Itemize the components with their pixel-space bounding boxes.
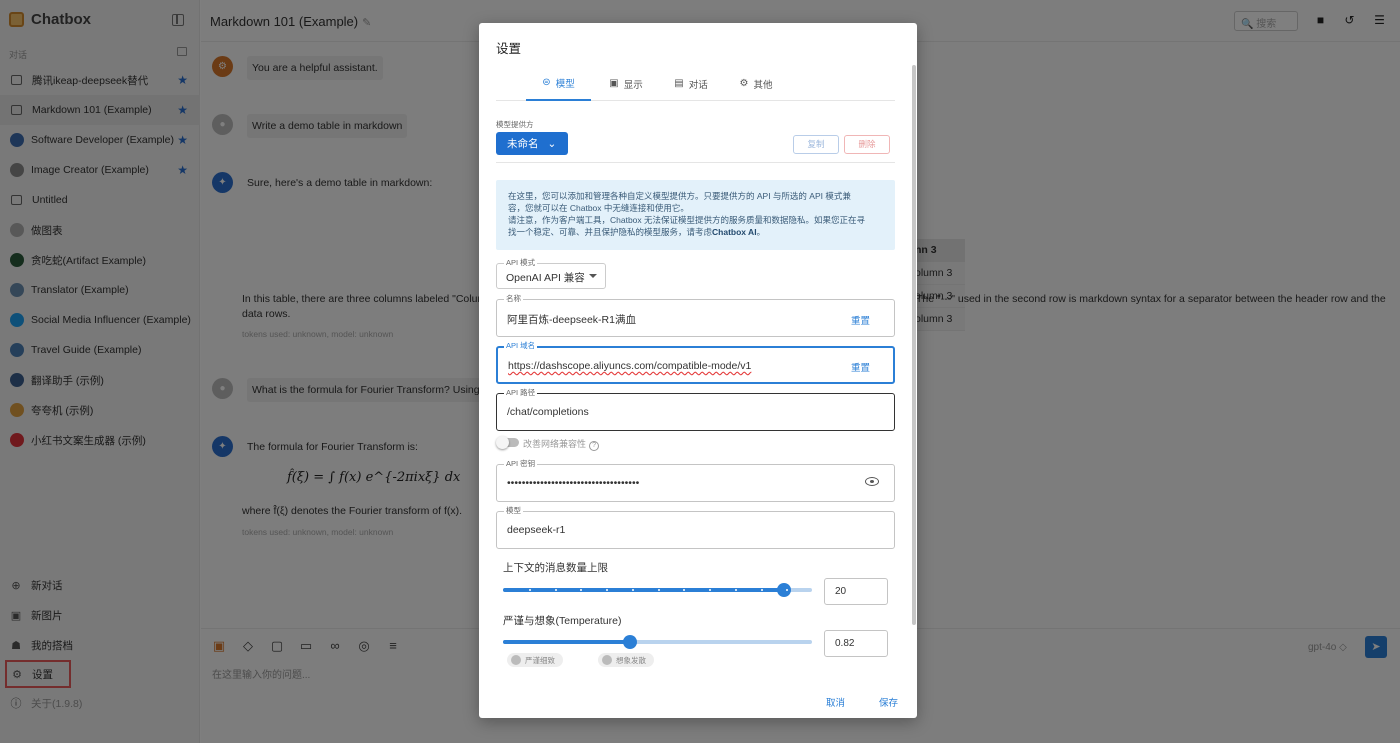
api-key-value: •••••••••••••••••••••••••••••••••••• [507, 477, 640, 489]
tab-other[interactable]: ⚙ 其他 [726, 66, 786, 101]
slider-step-mark [709, 589, 711, 591]
api-path-caption: API 路径 [504, 387, 538, 398]
tab-display[interactable]: ▣ 显示 [596, 66, 656, 101]
display-icon: ▣ [609, 78, 619, 89]
chatbox-ai-link[interactable]: Chatbox AI [712, 227, 757, 237]
eye-icon[interactable] [865, 477, 879, 486]
info-text-part: 。 [756, 227, 766, 237]
slider-step-mark [760, 589, 763, 591]
help-icon[interactable]: ? [589, 441, 600, 451]
strict-icon [511, 655, 521, 665]
creative-chip[interactable]: 想象发散 [598, 653, 654, 667]
info-text: 在这里，您可以添加和管理各种自定义模型提供方。只要提供方的 API 与所选的 A… [508, 191, 851, 201]
tab-model-label: 模型 [555, 78, 575, 90]
robot-icon: ⊜ [542, 77, 551, 88]
tab-chat-label: 对话 [688, 79, 708, 91]
gear-icon: ⚙ [739, 78, 749, 89]
slider-step-mark [734, 589, 737, 591]
delete-provider-button[interactable]: 删除 [844, 135, 890, 154]
slider-step-mark [631, 589, 634, 591]
name-field[interactable]: 阿里百炼-deepseek-R1满血 重置 [496, 299, 895, 337]
info-text: 容，您就可以在 Chatbox 中无缝连接和使用它。 [508, 203, 689, 213]
context-limit-label: 上下文的消息数量上限 [503, 562, 608, 574]
api-key-caption: API 密钥 [504, 458, 538, 469]
network-compat-toggle[interactable] [496, 436, 519, 449]
tab-display-label: 显示 [623, 79, 643, 91]
provider-info-box: 在这里，您可以添加和管理各种自定义模型提供方。只要提供方的 API 与所选的 A… [496, 180, 895, 250]
tab-model[interactable]: ⊜ 模型 [526, 66, 591, 101]
cancel-button[interactable]: 取消 [826, 695, 845, 709]
slider-fill [503, 588, 785, 592]
model-caption: 模型 [504, 505, 523, 516]
temperature-slider[interactable] [503, 635, 812, 649]
save-button[interactable]: 保存 [879, 695, 898, 709]
name-caption: 名称 [504, 293, 523, 304]
network-compat-text: 改善网络兼容性 [523, 439, 587, 449]
caret-down-icon [589, 274, 597, 278]
network-compat-label: 改善网络兼容性? [523, 437, 600, 451]
temperature-input[interactable]: 0.82 [824, 630, 888, 657]
model-value: deepseek-r1 [507, 524, 566, 536]
context-limit-slider[interactable] [503, 583, 812, 597]
copy-provider-button[interactable]: 复制 [793, 135, 839, 154]
temperature-label: 严谨与想象(Temperature) [503, 615, 622, 627]
info-text: 找一个稳定、可靠、并且保护隐私的模型服务，请考虑Chatbox AI。 [508, 226, 883, 238]
slider-step-mark [657, 589, 660, 591]
dialog-title: 设置 [496, 42, 522, 56]
api-host-caption: API 域名 [504, 340, 538, 351]
strict-chip-label: 严谨细致 [525, 656, 555, 665]
dialog-scrollbar[interactable] [912, 65, 916, 625]
tab-other-label: 其他 [753, 79, 773, 91]
slider-step-mark [606, 589, 608, 591]
settings-dialog: 设置 ⊜ 模型 ▣ 显示 ▤ 对话 ⚙ 其他 模型提供方 未命名 ⌄ 复制 删除 在这里，… [479, 23, 917, 718]
creative-chip-label: 想象发散 [616, 656, 646, 665]
creative-icon [602, 655, 612, 665]
reset-api-host-button[interactable]: 重置 [851, 360, 870, 374]
slider-step-mark [554, 589, 557, 591]
api-mode-caption: API 模式 [504, 257, 538, 268]
provider-select-button[interactable]: 未命名 ⌄ [496, 132, 568, 155]
reset-name-button[interactable]: 重置 [851, 313, 870, 327]
settings-tabs: ⊜ 模型 ▣ 显示 ▤ 对话 ⚙ 其他 [496, 66, 895, 101]
api-host-value: https://dashscope.aliyuncs.com/compatibl… [508, 360, 752, 372]
context-limit-input[interactable]: 20 [824, 578, 888, 605]
info-text: 请注意，作为客户端工具，Chatbox 无法保证模型提供方的服务质量和数据隐私。… [508, 215, 866, 225]
api-path-value: /chat/completions [507, 406, 589, 418]
slider-step-mark [528, 589, 531, 591]
slider-thumb[interactable] [622, 635, 637, 649]
tab-chat[interactable]: ▤ 对话 [661, 66, 721, 101]
provider-caption: 模型提供方 [496, 119, 534, 130]
chat-icon: ▤ [674, 78, 684, 89]
chevron-down-icon: ⌄ [547, 137, 557, 150]
api-path-field[interactable]: /chat/completions [496, 393, 895, 431]
model-field[interactable]: deepseek-r1 [496, 511, 895, 549]
divider [496, 162, 895, 163]
info-text-part: 找一个稳定、可靠、并且保护隐私的模型服务，请考虑 [508, 227, 713, 237]
slider-thumb[interactable] [777, 583, 792, 597]
api-host-field[interactable]: https://dashscope.aliyuncs.com/compatibl… [496, 346, 895, 384]
api-key-field[interactable]: •••••••••••••••••••••••••••••••••••• [496, 464, 895, 502]
strict-chip[interactable]: 严谨细致 [507, 653, 563, 667]
api-mode-value: OpenAI API 兼容 [506, 272, 585, 284]
slider-fill [503, 640, 630, 644]
provider-value: 未命名 [507, 138, 539, 150]
name-value: 阿里百炼-deepseek-R1满血 [507, 314, 636, 326]
